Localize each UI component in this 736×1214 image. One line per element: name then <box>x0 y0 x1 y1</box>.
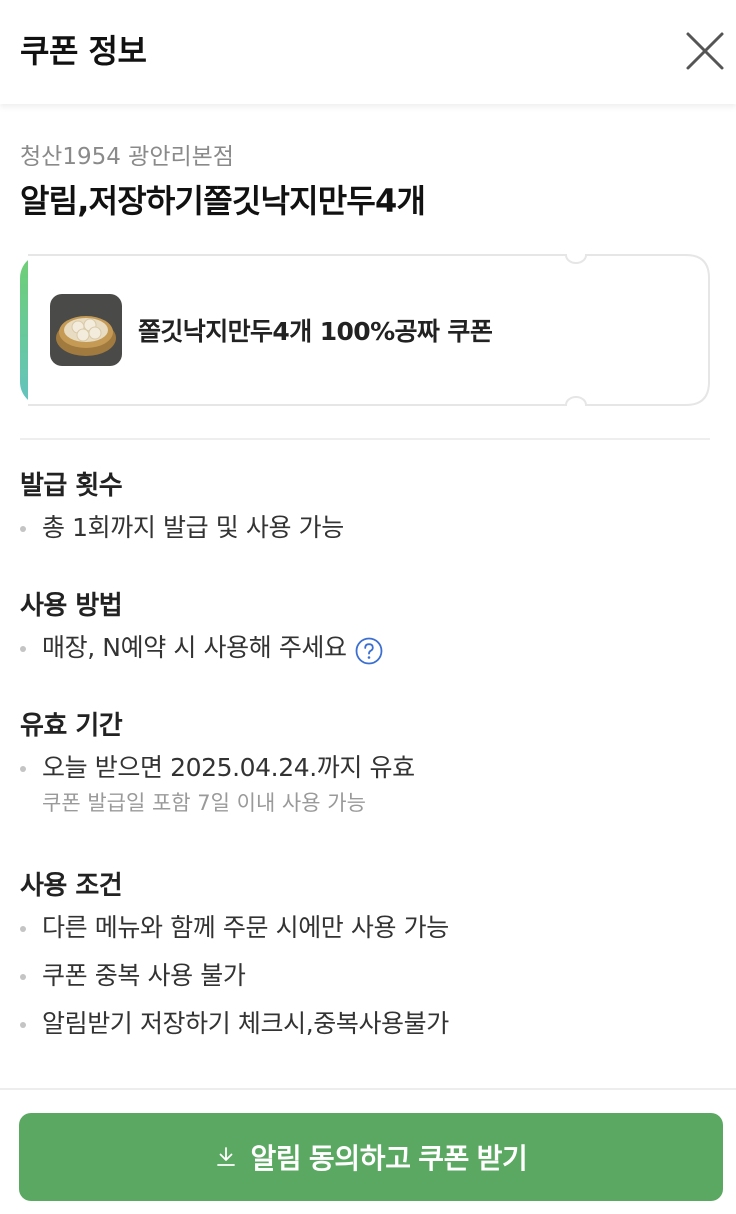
section-title: 사용 조건 <box>20 871 123 901</box>
close-icon <box>686 32 724 70</box>
coupon-title: 알림,저장하기쫄깃낙지만두4개 <box>20 182 426 220</box>
section-issue-count: 발급 횟수 총 1회까지 발급 및 사용 가능 <box>20 468 720 552</box>
list-item: 총 1회까지 발급 및 사용 가능 <box>20 504 720 552</box>
coupon-detail-content: 청산1954 광안리본점 알림,저장하기쫄깃낙지만두4개 쫄깃낙지만두4개 10… <box>0 104 736 1088</box>
coupon-ticket-label: 쫄깃낙지만두4개 100%공짜 쿠폰 <box>138 317 493 346</box>
list-item: 매장, N예약 시 사용해 주세요 <box>20 624 720 672</box>
validity-note: 쿠폰 발급일 포함 7일 이내 사용 가능 <box>42 791 366 815</box>
section-title: 사용 방법 <box>20 591 123 621</box>
list-item: 다른 메뉴와 함께 주문 시에만 사용 가능 <box>20 904 720 952</box>
close-button[interactable] <box>680 26 730 76</box>
section-title: 발급 횟수 <box>20 471 123 501</box>
question-circle-icon <box>355 637 383 665</box>
store-name: 청산1954 광안리본점 <box>20 144 234 170</box>
section-title: 유효 기간 <box>20 711 123 741</box>
coupon-ticket: 쫄깃낙지만두4개 100%공짜 쿠폰 <box>20 254 710 406</box>
header: 쿠폰 정보 <box>0 0 736 104</box>
receive-coupon-label: 알림 동의하고 쿠폰 받기 <box>250 1143 528 1174</box>
list-item: 알림받기 저장하기 체크시,중복사용불가 <box>20 1000 720 1048</box>
list-item-text: 매장, N예약 시 사용해 주세요 <box>42 633 347 662</box>
footer: 알림 동의하고 쿠폰 받기 <box>0 1088 736 1214</box>
download-icon <box>217 1147 236 1166</box>
help-button[interactable] <box>355 633 383 665</box>
dumpling-image <box>50 294 122 366</box>
receive-coupon-button[interactable]: 알림 동의하고 쿠폰 받기 <box>19 1113 723 1201</box>
list-item: 쿠폰 중복 사용 불가 <box>20 952 720 1000</box>
page-title: 쿠폰 정보 <box>20 32 147 70</box>
section-usage-method: 사용 방법 매장, N예약 시 사용해 주세요 <box>20 588 720 672</box>
section-conditions: 사용 조건 다른 메뉴와 함께 주문 시에만 사용 가능 쿠폰 중복 사용 불가… <box>20 868 720 1048</box>
list-item: 오늘 받으면 2025.04.24.까지 유효 <box>20 744 720 792</box>
section-validity: 유효 기간 오늘 받으면 2025.04.24.까지 유효 쿠폰 발급일 포함 … <box>20 708 720 818</box>
divider <box>20 438 710 440</box>
